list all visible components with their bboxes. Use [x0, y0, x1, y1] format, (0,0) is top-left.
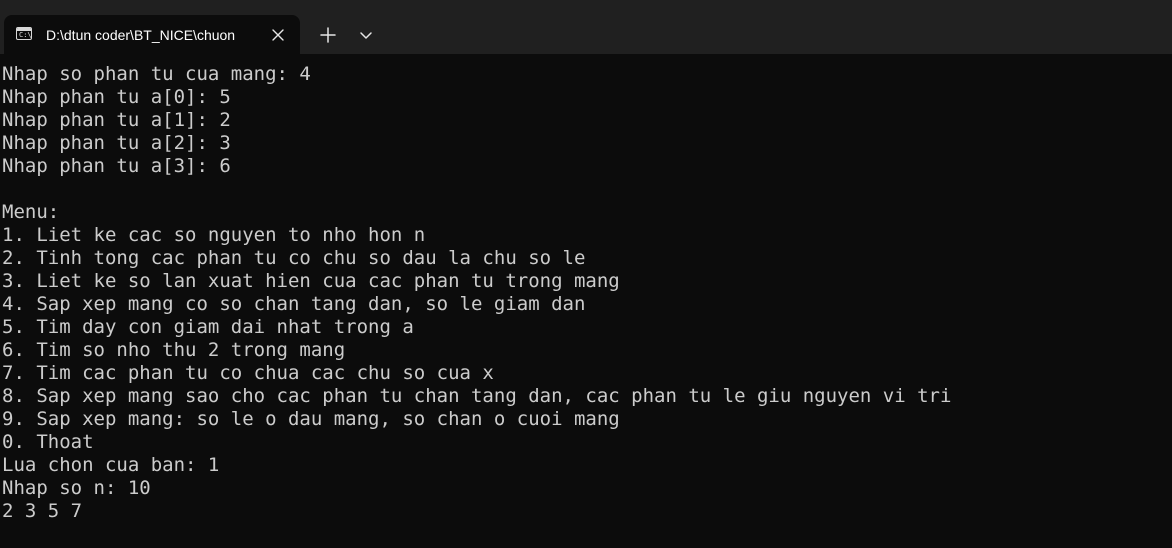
- close-icon[interactable]: [267, 24, 289, 46]
- terminal-line: 2. Tinh tong cac phan tu co chu so dau l…: [2, 247, 586, 269]
- terminal-line: Nhap phan tu a[1]: 2: [2, 109, 231, 131]
- tab-dropdown-button[interactable]: [354, 23, 378, 47]
- terminal-line: Nhap phan tu a[0]: 5: [2, 86, 231, 108]
- terminal-line: Nhap phan tu a[2]: 3: [2, 132, 231, 154]
- chevron-down-icon: [360, 32, 372, 39]
- terminal-tab[interactable]: C:\ D:\dtun coder\BT_NICE\chuon: [4, 15, 300, 54]
- terminal-output[interactable]: Nhap so phan tu cua mang: 4 Nhap phan tu…: [0, 54, 1172, 548]
- title-bar: C:\ D:\dtun coder\BT_NICE\chuon: [0, 0, 1172, 54]
- terminal-line: Menu:: [2, 201, 60, 223]
- terminal-text: Nhap so phan tu cua mang: 4 Nhap phan tu…: [0, 54, 1172, 523]
- terminal-icon: C:\: [16, 27, 32, 40]
- terminal-line: 4. Sap xep mang co so chan tang dan, so …: [2, 293, 586, 315]
- terminal-line: 6. Tim so nho thu 2 trong mang: [2, 339, 346, 361]
- terminal-line: Lua chon cua ban: 1: [2, 454, 220, 476]
- terminal-line: 1. Liet ke cac so nguyen to nho hon n: [2, 224, 426, 246]
- plus-icon: [320, 27, 336, 43]
- terminal-line: 3. Liet ke so lan xuat hien cua cac phan…: [2, 270, 620, 292]
- tab-title: D:\dtun coder\BT_NICE\chuon: [46, 27, 236, 43]
- terminal-line: 8. Sap xep mang sao cho cac phan tu chan…: [2, 385, 952, 407]
- terminal-line: 0. Thoat: [2, 431, 94, 453]
- terminal-line: 5. Tim day con giam dai nhat trong a: [2, 316, 414, 338]
- terminal-line: Nhap so n: 10: [2, 477, 151, 499]
- terminal-line: 2 3 5 7: [2, 500, 83, 522]
- terminal-line: Nhap so phan tu cua mang: 4: [2, 63, 311, 85]
- terminal-line: Nhap phan tu a[3]: 6: [2, 155, 231, 177]
- terminal-window: C:\ D:\dtun coder\BT_NICE\chuon Nhap so …: [0, 0, 1172, 548]
- new-tab-button[interactable]: [316, 23, 340, 47]
- terminal-line: 7. Tim cac phan tu co chua cac chu so cu…: [2, 362, 494, 384]
- terminal-line: 9. Sap xep mang: so le o dau mang, so ch…: [2, 408, 620, 430]
